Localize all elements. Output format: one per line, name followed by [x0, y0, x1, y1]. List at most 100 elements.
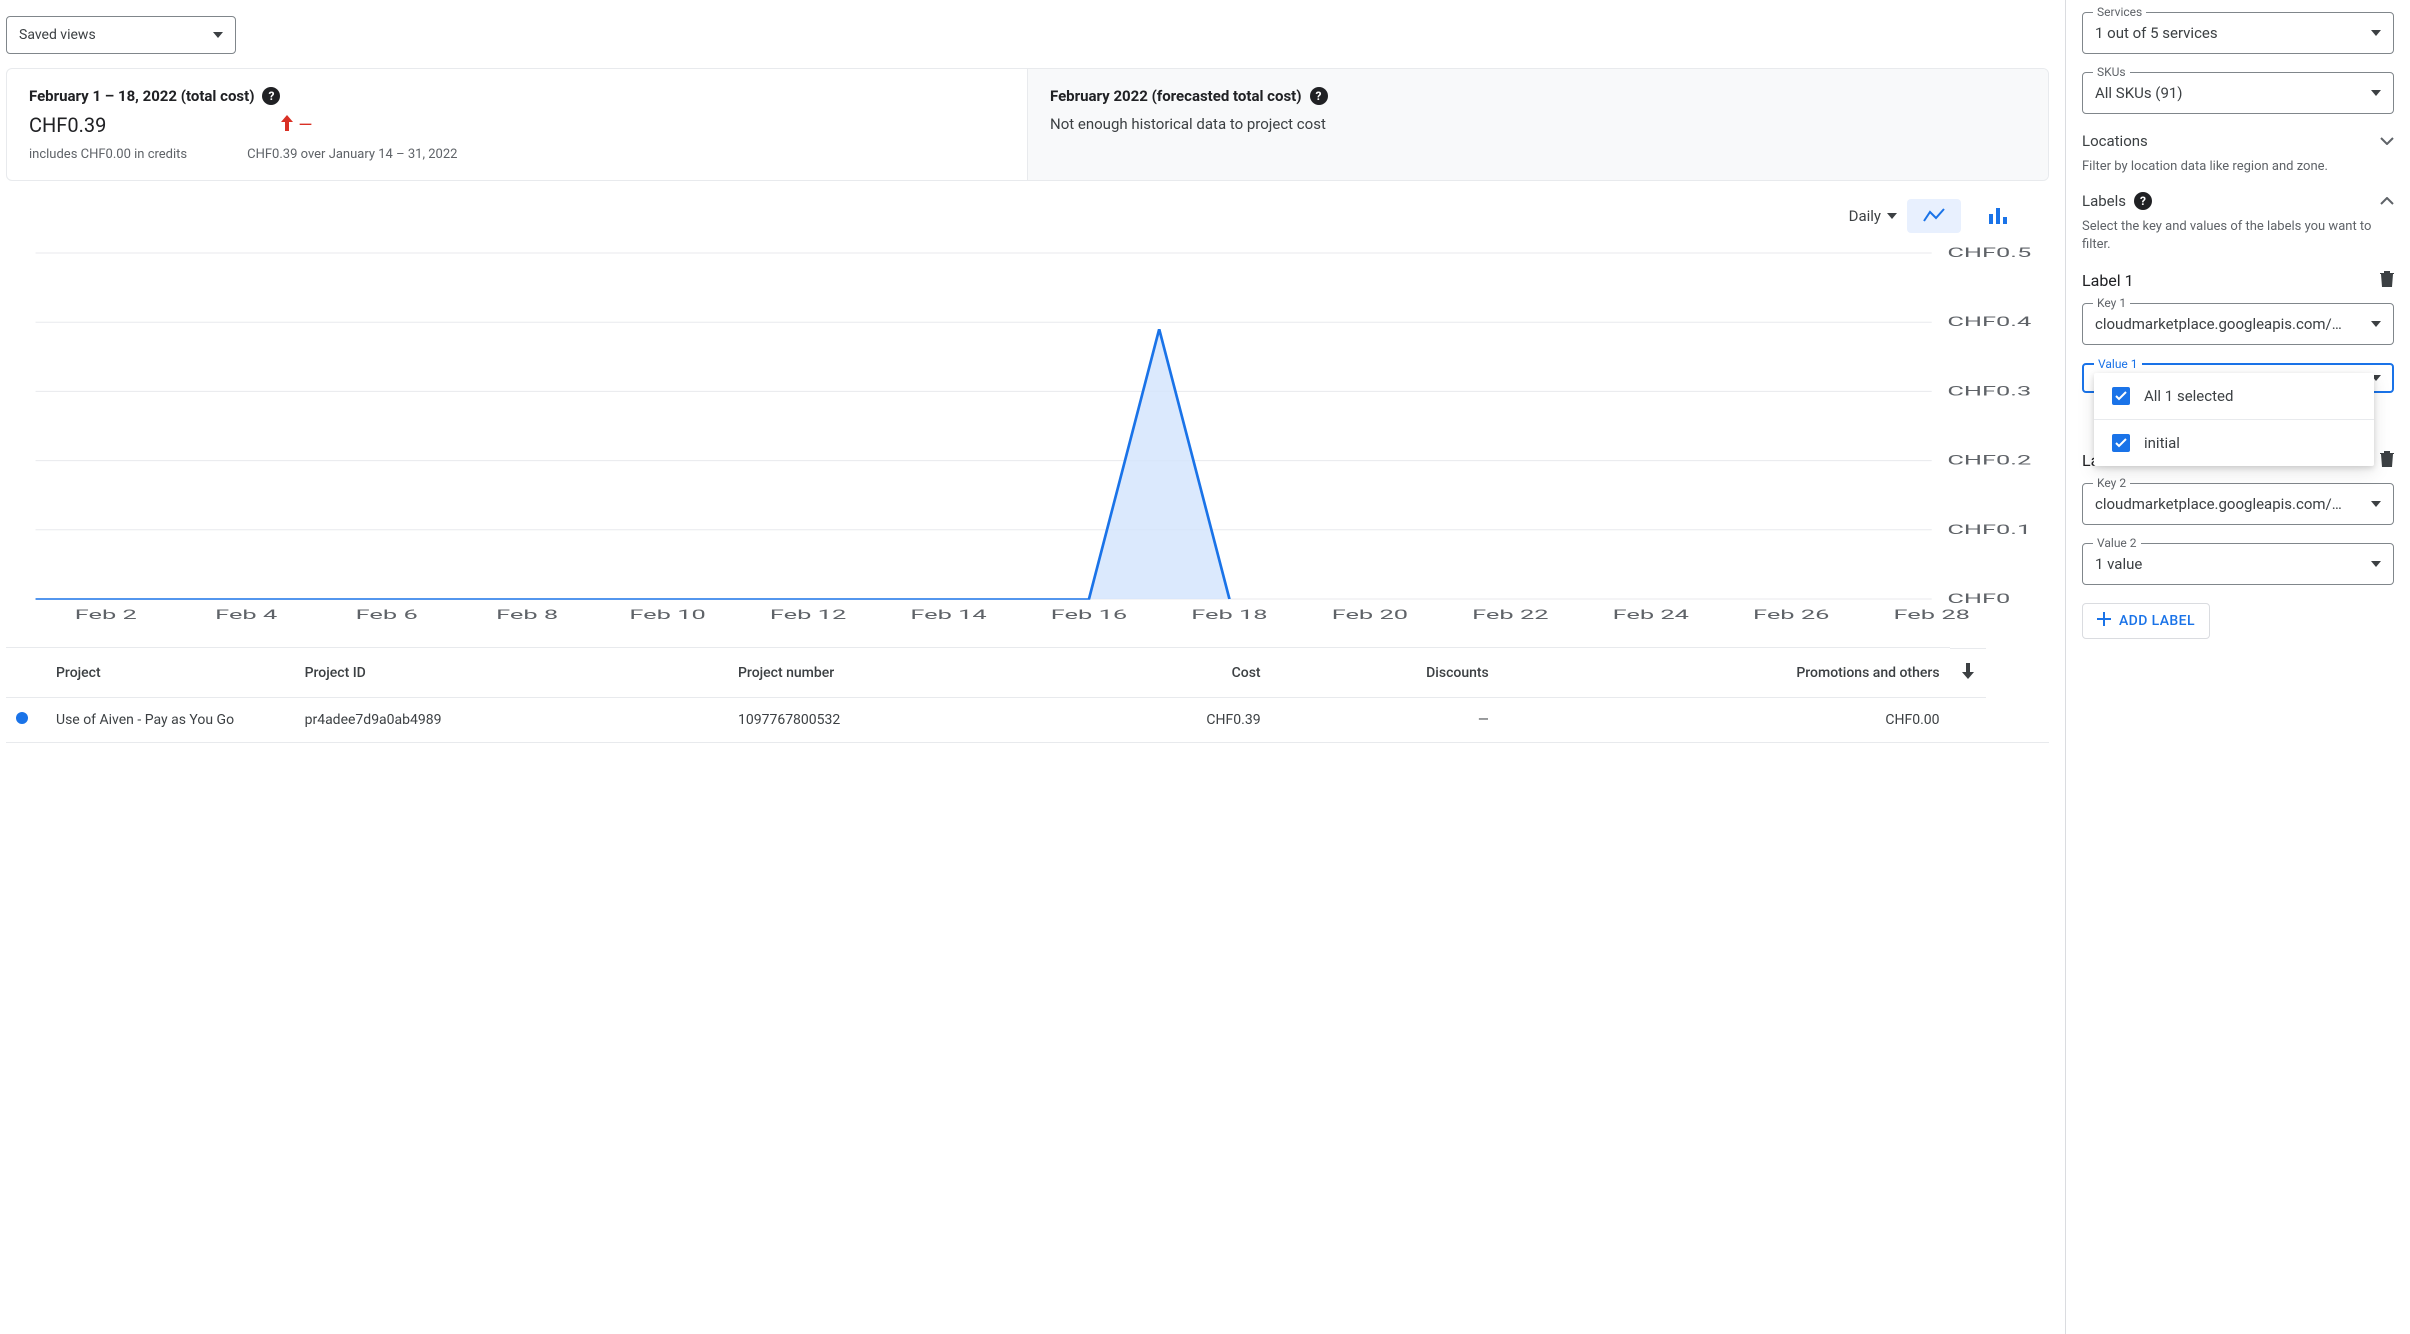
svg-text:Feb 20: Feb 20: [1332, 607, 1408, 622]
svg-text:Feb 14: Feb 14: [910, 607, 986, 622]
summary-cards: February 1 – 18, 2022 (total cost) ? CHF…: [6, 68, 2049, 181]
help-icon[interactable]: ?: [262, 87, 280, 105]
delete-label-2-button[interactable]: [2380, 451, 2394, 471]
actual-value: CHF0.39: [29, 113, 106, 137]
col-project[interactable]: Project: [46, 648, 295, 698]
chevron-down-icon: [213, 32, 223, 38]
locations-title: Locations: [2082, 132, 2148, 150]
svg-text:Feb 6: Feb 6: [356, 607, 418, 622]
col-project-id[interactable]: Project ID: [295, 648, 728, 698]
label-2-value-dropdown[interactable]: Value 2 1 value: [2082, 543, 2394, 585]
trash-icon: [2380, 271, 2394, 291]
label-filter-1: Label 1 Key 1 cloudmarketplace.googleapi…: [2082, 271, 2394, 393]
bar-chart-button[interactable]: [1971, 199, 2025, 233]
delta-indicator: —: [280, 115, 314, 136]
skus-dropdown[interactable]: SKUs All SKUs (91): [2082, 72, 2394, 114]
option-all-selected[interactable]: All 1 selected: [2094, 373, 2374, 419]
label-2-key-value: cloudmarketplace.googleapis.com/…: [2095, 495, 2371, 513]
add-label-button[interactable]: ADD LABEL: [2082, 603, 2210, 639]
col-cost[interactable]: Cost: [1066, 648, 1271, 698]
compare-note: CHF0.39 over January 14 – 31, 2022: [247, 147, 457, 162]
line-chart-button[interactable]: [1907, 199, 1961, 233]
chevron-down-icon: [2380, 137, 2394, 145]
chevron-down-icon: [2371, 30, 2381, 36]
cell-project-id: pr4adee7d9a0ab4989: [295, 698, 728, 743]
saved-views-dropdown[interactable]: Saved views: [6, 16, 236, 54]
sort-button[interactable]: [1950, 648, 1986, 698]
label-1-key-dropdown[interactable]: Key 1 cloudmarketplace.googleapis.com/…: [2082, 303, 2394, 345]
bar-chart-icon: [1988, 208, 2008, 224]
services-dropdown[interactable]: Services 1 out of 5 services: [2082, 12, 2394, 54]
label-filter-2: Label 2 Key 2 cloudmarketplace.googleapi…: [2082, 451, 2394, 585]
cell-project: Use of Aiven - Pay as You Go: [46, 698, 295, 743]
svg-text:CHF0.5: CHF0.5: [1947, 245, 2031, 260]
col-project-number[interactable]: Project number: [728, 648, 1066, 698]
chevron-down-icon: [2371, 90, 2381, 96]
granularity-dropdown[interactable]: Daily: [1849, 207, 1897, 225]
label-2-key-dropdown[interactable]: Key 2 cloudmarketplace.googleapis.com/…: [2082, 483, 2394, 525]
actual-title: February 1 – 18, 2022 (total cost): [29, 87, 254, 105]
trash-icon: [2380, 451, 2394, 471]
cost-chart: CHF0CHF0.1CHF0.2CHF0.3CHF0.4CHF0.5Feb 2F…: [16, 245, 2049, 625]
delete-label-1-button[interactable]: [2380, 271, 2394, 291]
chevron-up-icon: [2380, 197, 2394, 205]
saved-views-label: Saved views: [19, 27, 96, 43]
label-1-value-label: Value 1: [2094, 357, 2142, 371]
label-1-value-options: All 1 selected initial: [2094, 373, 2374, 466]
table-row[interactable]: Use of Aiven - Pay as You Go pr4adee7d9a…: [6, 698, 2049, 743]
cell-promotions: CHF0.00: [1499, 698, 1950, 743]
actual-cost-card: February 1 – 18, 2022 (total cost) ? CHF…: [7, 69, 1027, 180]
checkbox-checked-icon: [2112, 434, 2130, 452]
plus-icon: [2097, 612, 2111, 630]
help-icon[interactable]: ?: [1310, 87, 1328, 105]
label-2-value-label: Value 2: [2093, 536, 2141, 550]
label-2-value-value: 1 value: [2095, 555, 2371, 573]
cell-discounts: —: [1271, 698, 1499, 743]
option-all-text: All 1 selected: [2144, 387, 2233, 405]
svg-text:Feb 28: Feb 28: [1894, 607, 1970, 622]
granularity-label: Daily: [1849, 207, 1881, 225]
svg-text:Feb 4: Feb 4: [215, 607, 277, 622]
label-1-key-label: Key 1: [2093, 296, 2130, 310]
labels-desc: Select the key and values of the labels …: [2082, 218, 2394, 254]
svg-text:Feb 10: Feb 10: [629, 607, 705, 622]
svg-text:CHF0.4: CHF0.4: [1947, 314, 2031, 329]
forecast-card: February 2022 (forecasted total cost) ? …: [1027, 69, 2048, 180]
locations-section-toggle[interactable]: Locations: [2082, 132, 2394, 150]
checkbox-checked-icon: [2112, 387, 2130, 405]
add-label-text: ADD LABEL: [2119, 613, 2195, 629]
svg-text:CHF0.3: CHF0.3: [1947, 383, 2031, 398]
svg-text:Feb 24: Feb 24: [1613, 607, 1689, 622]
services-value: 1 out of 5 services: [2095, 24, 2371, 42]
cell-cost: CHF0.39: [1066, 698, 1271, 743]
project-table: Project Project ID Project number Cost D…: [6, 647, 2049, 743]
forecast-title: February 2022 (forecasted total cost): [1050, 87, 1302, 105]
cell-project-number: 1097767800532: [728, 698, 1066, 743]
col-discounts[interactable]: Discounts: [1271, 648, 1499, 698]
option-initial-text: initial: [2144, 434, 2180, 452]
svg-text:Feb 26: Feb 26: [1753, 607, 1829, 622]
svg-text:CHF0.1: CHF0.1: [1947, 522, 2031, 537]
labels-title: Labels: [2082, 192, 2126, 210]
skus-value: All SKUs (91): [2095, 84, 2371, 102]
chevron-down-icon: [1887, 213, 1897, 219]
svg-text:Feb 18: Feb 18: [1191, 607, 1267, 622]
help-icon[interactable]: ?: [2134, 192, 2152, 210]
svg-text:CHF0: CHF0: [1947, 591, 2010, 606]
skus-label: SKUs: [2093, 65, 2130, 79]
svg-text:Feb 8: Feb 8: [496, 607, 558, 622]
label-1-name: Label 1: [2082, 271, 2134, 290]
chevron-down-icon: [2371, 321, 2381, 327]
table-header-row: Project Project ID Project number Cost D…: [6, 648, 2049, 698]
label-1-key-value: cloudmarketplace.googleapis.com/…: [2095, 315, 2371, 333]
arrow-down-icon: [1961, 663, 1975, 683]
col-promotions[interactable]: Promotions and others: [1499, 648, 1950, 698]
svg-text:Feb 12: Feb 12: [770, 607, 846, 622]
svg-text:CHF0.2: CHF0.2: [1947, 452, 2031, 467]
series-color-dot: [16, 712, 28, 724]
labels-section-toggle[interactable]: Labels ?: [2082, 192, 2394, 210]
label-2-key-label: Key 2: [2093, 476, 2130, 490]
option-initial[interactable]: initial: [2094, 420, 2374, 466]
chevron-down-icon: [2371, 501, 2381, 507]
credits-note: includes CHF0.00 in credits: [29, 147, 187, 162]
